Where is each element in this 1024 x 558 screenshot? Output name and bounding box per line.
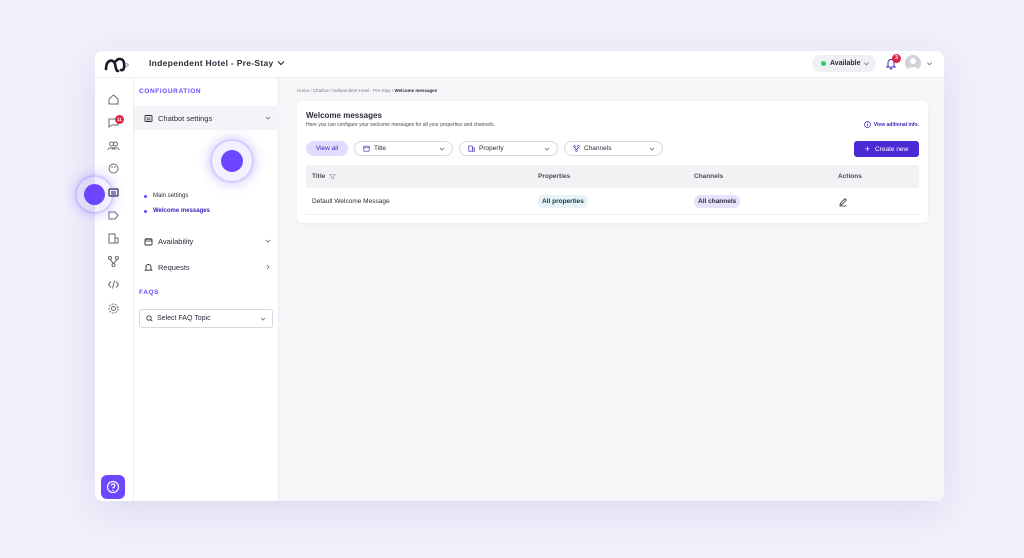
table-header: Title Properties Channels Actions [306, 165, 919, 188]
chevron-down-icon [265, 239, 271, 243]
bell-icon [144, 263, 153, 271]
column-header-title[interactable]: Title [312, 165, 337, 188]
faq-select-placeholder: Select FAQ Topic [157, 315, 211, 322]
column-header-properties: Properties [538, 173, 571, 180]
gear-icon[interactable] [107, 302, 120, 315]
breadcrumb-item-home[interactable]: Home [297, 88, 309, 93]
chevron-down-icon [864, 62, 869, 66]
config-item-label: Requests [158, 262, 190, 272]
breadcrumb-item-hotel[interactable]: Independent Hotel - Pre-Stay [332, 88, 390, 93]
main-content: Home / Chatbot / Independent Hotel - Pre… [279, 78, 944, 501]
search-icon [146, 315, 153, 322]
chatbot-settings-submenu: Main settings Welcome messages [144, 192, 210, 222]
property-filter-label: Property [479, 145, 504, 152]
submenu-item-main-settings[interactable]: Main settings [144, 192, 210, 207]
status-online-dot [821, 61, 826, 66]
chevron-down-icon[interactable] [926, 60, 933, 67]
chatbot-icon [144, 114, 153, 122]
configuration-heading: CONFIGURATION [139, 88, 202, 95]
breadcrumb-current: Welcome messages [394, 88, 438, 93]
highlight-dot [221, 150, 243, 172]
title-filter-label: Title [374, 145, 387, 152]
building-icon [468, 145, 475, 152]
users-icon[interactable] [107, 139, 120, 152]
config-item-requests[interactable]: Requests [134, 255, 279, 279]
clock-icon [363, 145, 370, 152]
breadcrumb-separator: / [391, 88, 394, 93]
avatar[interactable] [905, 55, 921, 71]
welcome-messages-card: Welcome messages Here you can configure … [297, 101, 928, 223]
page-subtitle: Here you can configure your welcome mess… [306, 122, 495, 128]
availability-status-dropdown[interactable]: Available [812, 55, 876, 72]
logo-icon[interactable] [104, 55, 130, 75]
app-window: Independent Hotel - Pre-Stay Available 3 [95, 51, 944, 501]
channels-filter-label: Channels [584, 145, 612, 152]
nav-rail: 11 [95, 78, 134, 501]
home-icon[interactable] [107, 93, 120, 106]
code-icon[interactable] [107, 278, 120, 291]
view-all-chip[interactable]: View all [306, 141, 348, 156]
welcome-messages-table: Title Properties Channels Actions Defaul… [306, 165, 919, 215]
edit-icon[interactable] [838, 197, 848, 207]
properties-badge: All properties [538, 195, 588, 208]
chevron-down-icon [439, 147, 445, 151]
help-button[interactable] [101, 475, 125, 499]
config-item-chatbot-settings[interactable]: Chatbot settings [134, 106, 279, 130]
create-new-label: Create new [875, 145, 909, 153]
property-filter-dropdown[interactable]: Property [459, 141, 558, 156]
top-bar: Independent Hotel - Pre-Stay Available 3 [95, 51, 944, 78]
table-row: Default Welcome Message All properties A… [306, 188, 919, 215]
title-filter-dropdown[interactable]: Title [354, 141, 453, 156]
filter-icon[interactable] [329, 173, 337, 180]
channels-icon [573, 145, 580, 152]
status-label: Available [830, 60, 861, 67]
submenu-item-welcome-messages[interactable]: Welcome messages [144, 207, 210, 222]
view-additional-info-link[interactable]: View aditional info. [863, 121, 919, 128]
config-item-label: Availability [158, 236, 194, 246]
breadcrumb: Home / Chatbot / Independent Hotel - Pre… [297, 88, 437, 93]
channels-badge: All channels [694, 195, 741, 208]
column-header-actions: Actions [838, 173, 862, 180]
chevron-down-icon [649, 147, 655, 151]
notification-badge: 3 [892, 54, 901, 63]
config-item-label: Chatbot settings [158, 113, 213, 123]
hotel-selector-title[interactable]: Independent Hotel - Pre-Stay [149, 58, 274, 68]
question-icon [106, 480, 120, 494]
breadcrumb-item-chatbot[interactable]: Chatbot [313, 88, 329, 93]
calendar-icon [144, 237, 153, 245]
campaign-icon[interactable] [107, 209, 120, 222]
chevron-down-icon[interactable] [276, 58, 286, 68]
create-new-button[interactable]: + Create new [854, 141, 919, 157]
chevron-down-icon [265, 116, 271, 120]
faqs-heading: FAQS [139, 289, 160, 296]
palette-icon[interactable] [107, 162, 120, 175]
breadcrumb-separator: / [310, 88, 312, 93]
chevron-down-icon [544, 147, 550, 151]
building-icon[interactable] [107, 232, 120, 245]
channels-filter-dropdown[interactable]: Channels [564, 141, 663, 156]
chevron-down-icon [260, 317, 266, 321]
breadcrumb-separator: / [329, 88, 332, 93]
column-title-label: Title [312, 173, 326, 180]
chevron-right-icon [266, 264, 270, 270]
column-header-channels: Channels [694, 173, 724, 180]
highlight-dot [84, 184, 105, 205]
info-icon [863, 121, 871, 128]
user-icon [907, 58, 919, 71]
config-item-availability[interactable]: Availability [134, 229, 279, 253]
page-title: Welcome messages [306, 111, 382, 120]
integrations-icon[interactable] [107, 255, 120, 268]
chat-badge: 11 [115, 115, 124, 124]
info-link-label: View aditional info. [873, 121, 919, 128]
faq-topic-select[interactable]: Select FAQ Topic [139, 309, 273, 328]
configuration-panel: CONFIGURATION Chatbot settings Main sett… [134, 78, 279, 501]
row-title: Default Welcome Message [312, 198, 390, 205]
plus-icon: + [864, 143, 870, 154]
